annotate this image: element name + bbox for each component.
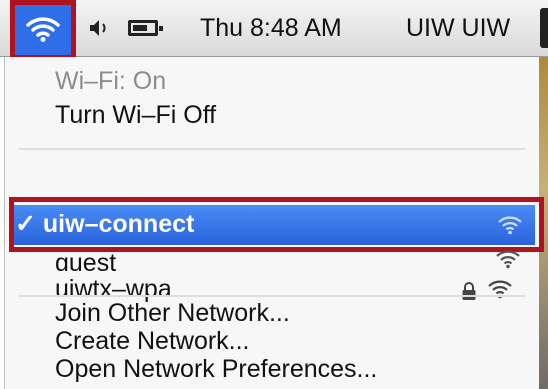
network-name-guest: guest	[55, 249, 117, 271]
join-other-network-item[interactable]: Join Other Network...	[55, 299, 290, 328]
clock[interactable]: Thu 8:48 AM	[200, 8, 342, 48]
highlight-box-network	[9, 197, 544, 252]
battery-icon[interactable]	[128, 20, 163, 36]
turn-wifi-off-item[interactable]: Turn Wi–Fi Off	[55, 101, 216, 130]
create-network-item[interactable]: Create Network...	[55, 327, 250, 356]
separator	[19, 148, 525, 150]
wifi-signal-icon	[496, 250, 520, 269]
volume-icon[interactable]	[88, 8, 114, 52]
menu-bar: Thu 8:48 AM UIW UIW	[0, 0, 548, 60]
separator	[19, 295, 525, 297]
highlight-box-wifi	[10, 0, 76, 60]
menubar-edge-icon	[540, 8, 548, 48]
lock-icon	[462, 282, 476, 300]
open-network-preferences-item[interactable]: Open Network Preferences...	[55, 355, 377, 384]
network-item-guest[interactable]: guest	[55, 249, 116, 271]
user-menu[interactable]: UIW UIW	[406, 8, 510, 48]
wifi-dropdown-menu: Wi–Fi: On Turn Wi–Fi Off ✓ uiw–connect g…	[4, 57, 544, 389]
wifi-status: Wi–Fi: On	[55, 67, 167, 95]
